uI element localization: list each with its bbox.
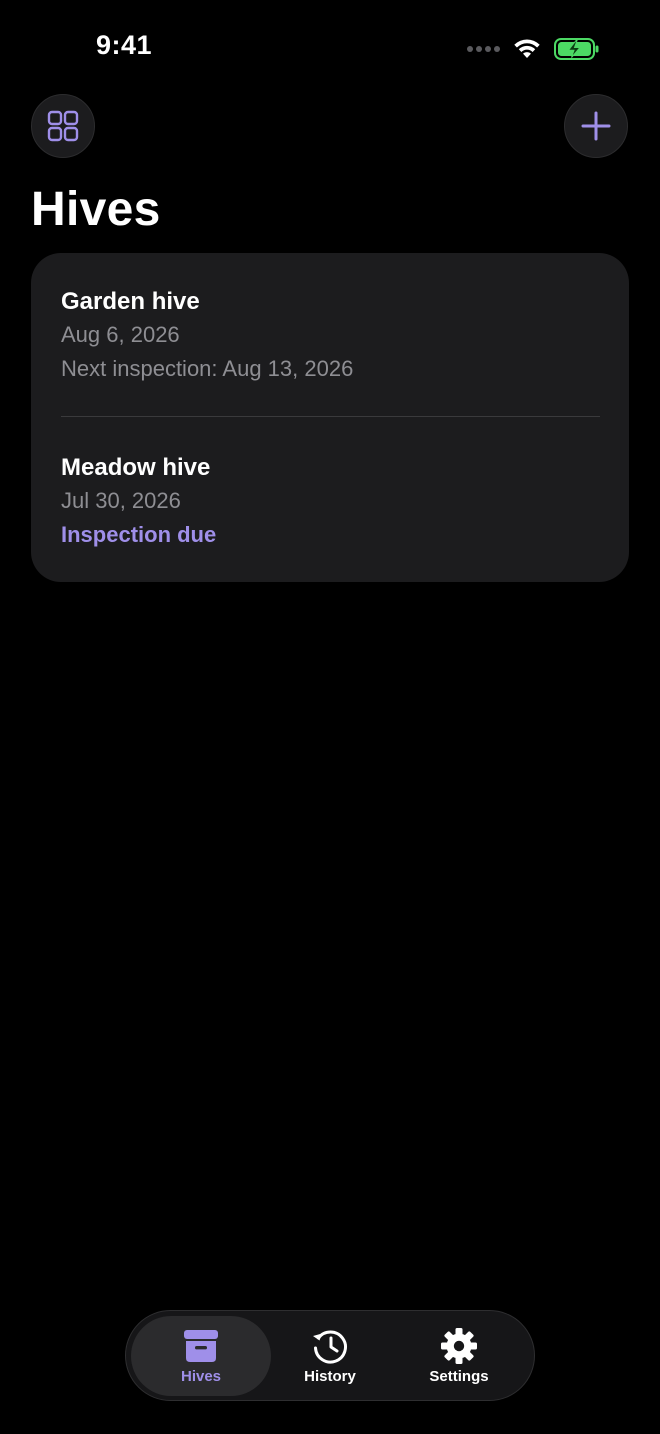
status-time: 9:41 — [96, 30, 153, 60]
cellular-signal-icon — [467, 39, 500, 59]
list-divider — [61, 416, 600, 417]
status-indicators — [467, 34, 600, 64]
grid-icon — [47, 110, 79, 142]
inspection-due-label: Inspection due — [61, 522, 217, 547]
add-hive-button[interactable] — [564, 94, 628, 158]
plus-icon — [581, 111, 611, 141]
history-clock-icon — [313, 1330, 347, 1364]
hive-list-item[interactable]: Garden hive Aug 6, 2026 Next inspection:… — [61, 286, 599, 386]
hive-date: Aug 6, 2026 — [61, 322, 180, 347]
tab-label: Settings — [429, 1368, 489, 1385]
archive-box-icon — [184, 1330, 218, 1362]
hive-name: Garden hive — [61, 288, 200, 315]
page-title: Hives — [31, 183, 161, 236]
hive-list-item[interactable]: Meadow hive Jul 30, 2026 Inspection due — [61, 452, 599, 552]
grid-view-button[interactable] — [31, 94, 95, 158]
hive-name: Meadow hive — [61, 454, 211, 481]
hive-date: Jul 30, 2026 — [61, 488, 181, 513]
hives-list-card: Garden hive Aug 6, 2026 Next inspection:… — [31, 253, 629, 582]
tab-bar: Hives History Settings — [125, 1310, 535, 1401]
tab-label: History — [304, 1368, 356, 1385]
hive-next-inspection: Next inspection: Aug 13, 2026 — [61, 356, 354, 381]
tab-label: Hives — [180, 1368, 222, 1385]
gear-icon — [441, 1328, 477, 1364]
battery-charging-icon — [554, 38, 599, 60]
tab-hives[interactable]: Hives — [131, 1316, 271, 1396]
tab-history[interactable]: History — [260, 1316, 400, 1396]
wifi-icon — [514, 39, 540, 58]
tab-settings[interactable]: Settings — [389, 1316, 529, 1396]
